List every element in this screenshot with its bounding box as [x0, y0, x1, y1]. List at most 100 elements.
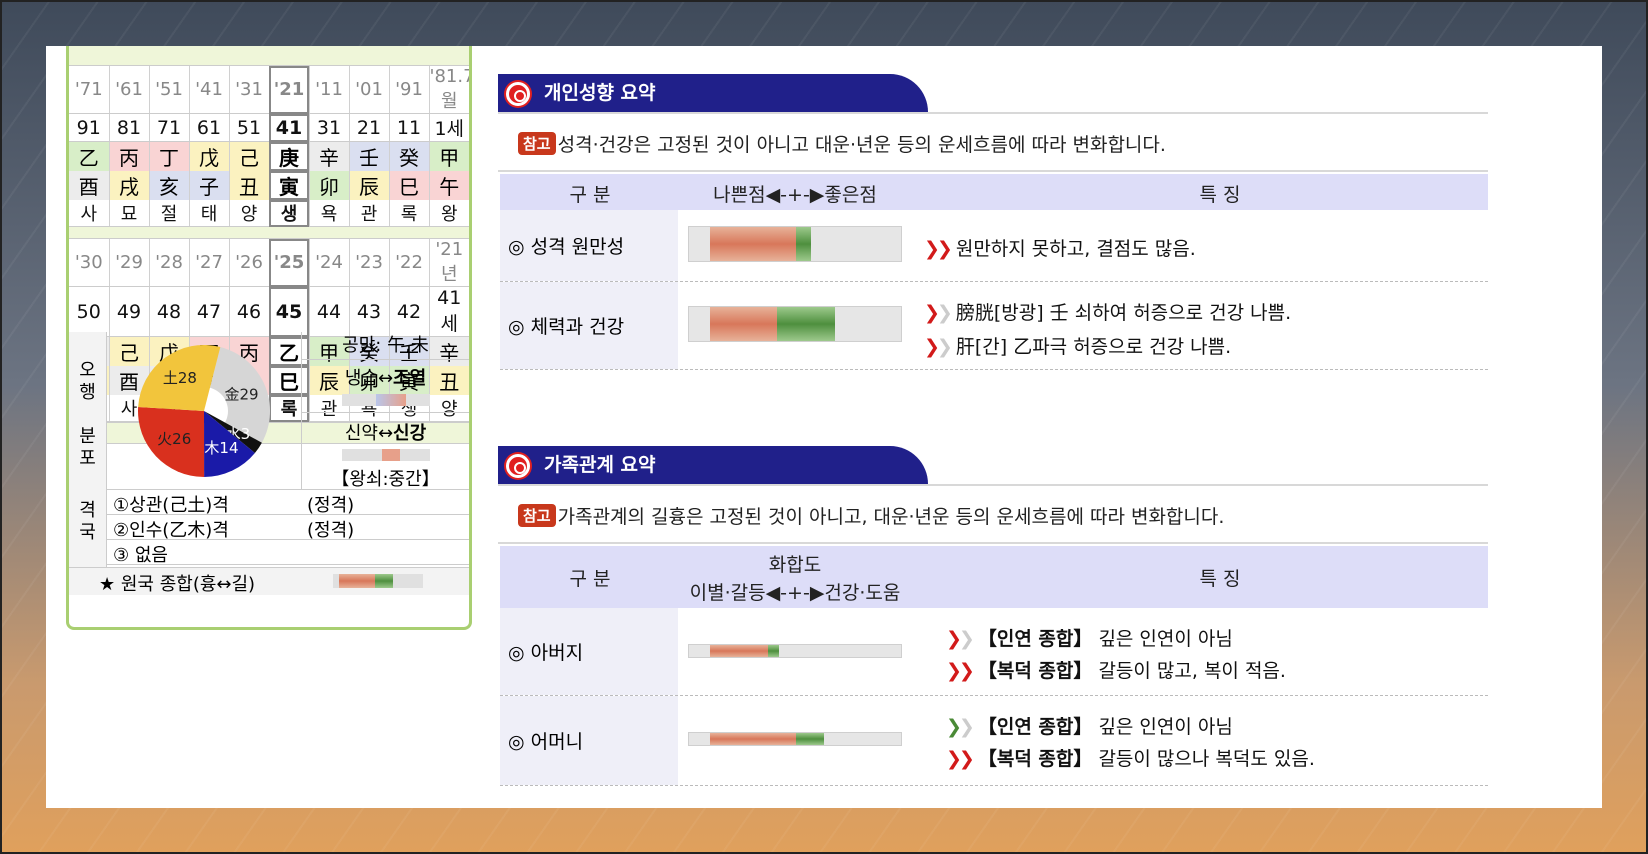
- daeun-age-cell: 43: [349, 286, 390, 337]
- sinyak-label: 신약↔신강: [302, 412, 469, 445]
- daeun-stage-cell: 왕: [429, 200, 469, 227]
- bar-negative: [710, 733, 796, 745]
- daeun-year-cell: '23: [349, 239, 390, 287]
- daeun-age-cell: 1세: [429, 113, 469, 142]
- daeun-age-cell: 61: [189, 113, 230, 142]
- family-section-title: 가족관계 요약: [498, 446, 928, 484]
- col-scale: 나쁜점◀-+-▶좋은점: [713, 184, 877, 206]
- feature-text: ❯❯ 【인연 종합】 깊은 인연이 아님: [946, 628, 1233, 650]
- daeun-branche-cell: 酉: [69, 171, 110, 200]
- daeun-stage-cell: 사: [69, 200, 110, 227]
- daeun-age-cell: 51: [229, 113, 270, 142]
- daeun-stage-cell: 양: [229, 200, 270, 227]
- naengseup-label: 냉습↔조열: [344, 368, 427, 389]
- daeun-stage-cell: 록: [389, 200, 430, 227]
- daeun-year-cell: '30: [69, 239, 110, 287]
- daeun-age-cell: 41: [269, 113, 310, 142]
- daeun-stage-cell: 생: [269, 200, 310, 227]
- wonguk-total-bar: [333, 574, 423, 588]
- gyeokguk-row: ①상관(己土)격 (정격): [107, 490, 469, 516]
- feature-text: ❯❯ 【복덕 종합】 갈등이 많으나 복덕도 있음.: [946, 748, 1315, 770]
- col-category: 구 분: [569, 568, 611, 590]
- feature-text: ❯❯ 【복덕 종합】 갈등이 많고, 복이 적음.: [946, 660, 1286, 682]
- divider: [498, 542, 1488, 544]
- personal-table-header: 구 분 나쁜점◀-+-▶좋은점 특 징: [500, 174, 1488, 210]
- panel-top-strip: [69, 46, 469, 66]
- col-scale-top: 화합도: [768, 554, 822, 576]
- col-feature: 특 징: [1199, 568, 1241, 590]
- daeun-age-cell: 42: [389, 286, 430, 337]
- daeun-stage-cell: 욕: [309, 200, 350, 227]
- bar-positive: [776, 307, 835, 341]
- daeun-branche-cell: 亥: [149, 171, 190, 200]
- wangsoe-text: 【왕쇠:중간】: [331, 469, 440, 490]
- ohaeng-section: 오행분포 金29 水3 木14 火26 土28 공망: 午,未 냉습↔조열 신약↔신강 …: [69, 332, 469, 490]
- family-table-header: 구 분 화합도 이별·갈등◀-+-▶건강·도움 특 징: [500, 546, 1488, 608]
- gyeokguk-side-label: 격국: [69, 490, 107, 567]
- daeun-stage-cell: 묘: [109, 200, 150, 227]
- bar-negative: [710, 307, 777, 341]
- daeun-year-cell: '26: [229, 239, 270, 287]
- daeun-year-cell: '81.7월: [429, 66, 472, 114]
- daeun-branche-cell: 午: [429, 171, 469, 200]
- sinyak-bar: [341, 449, 430, 461]
- col-scale-bottom: 이별·갈등◀-+-▶건강·도움: [689, 582, 901, 604]
- feature-text: ❯❯ 원만하지 못하고, 결점도 많음.: [924, 238, 1196, 260]
- bar-positive: [796, 227, 811, 261]
- gyeokguk-section: 격국 ①상관(己土)격 (정격) ②인수(乙木)격 (정격) ③ 없음 ★ 원국 종…: [69, 490, 469, 595]
- naengseup-bar: [341, 394, 430, 406]
- daeun-stage-cell: 태: [189, 200, 230, 227]
- daeun-year-cell: '71: [69, 66, 110, 114]
- pie-label: 金29: [224, 386, 258, 404]
- gyeokguk-row: ②인수(乙木)격 (정격): [107, 515, 469, 541]
- daeun-year-cell: '25: [269, 239, 310, 287]
- daeun-stem-cell: 甲: [429, 141, 469, 171]
- daeun-year-cell: '21년: [429, 239, 469, 287]
- daeun-stem-cell: 庚: [269, 141, 310, 171]
- feature-text: ❯❯ 膀胱[방광] 壬 쇠하여 허증으로 건강 나쁨.: [924, 302, 1292, 324]
- daeun-stem-cell: 壬: [349, 141, 390, 171]
- table-gap: [69, 227, 469, 239]
- feature-text: ❯❯ 肝[간] 乙파극 허증으로 건강 나쁨.: [924, 336, 1232, 358]
- daeun-stem-cell: 丁: [149, 141, 190, 171]
- daeun-age-cell: 50: [69, 286, 110, 337]
- personal-row: ◎ 체력과 건강 ❯❯ 膀胱[방광] 壬 쇠하여 허증으로 건강 나쁨. ❯❯ 肝[…: [500, 282, 1488, 370]
- score-bar: [688, 644, 902, 658]
- ohaeng-side-label: 오행분포: [69, 332, 107, 490]
- daeun-age-cell: 71: [149, 113, 190, 142]
- bar-positive: [796, 733, 824, 745]
- personal-section-title: 개인성향 요약: [498, 74, 928, 112]
- daeun-stem-cell: 丙: [109, 141, 150, 171]
- daeun-stem-cell: 戊: [189, 141, 230, 171]
- daeun-age-cell: 21: [349, 113, 390, 142]
- daeun-year-cell: '28: [149, 239, 190, 287]
- daeun-stem-cell: 己: [229, 141, 270, 171]
- bar-negative: [710, 645, 769, 657]
- score-bar: [688, 732, 902, 746]
- daeun-year-cell: '41: [189, 66, 230, 114]
- pie-label: 木14: [204, 439, 238, 457]
- daeun-age-cell: 49: [109, 286, 150, 337]
- daeun-age-cell: 31: [309, 113, 350, 142]
- target-icon: [506, 82, 530, 106]
- divider: [498, 170, 1488, 172]
- bar-negative: [710, 227, 796, 261]
- score-bar: [688, 226, 902, 262]
- daeun-branche-cell: 子: [189, 171, 230, 200]
- wonguk-total: ★ 원국 종합(흉↔길): [69, 567, 469, 595]
- ohaeng-pie-chart: 金29水3木14火26土28: [138, 345, 270, 477]
- daeun-year-cell: '29: [109, 239, 150, 287]
- daeun-branche-cell: 辰: [349, 171, 390, 200]
- daeun-age-cell: 41세: [429, 286, 469, 337]
- reference-badge: 참고: [518, 132, 556, 155]
- personal-row: ◎ 성격 원만성 ❯❯ 원만하지 못하고, 결점도 많음.: [500, 210, 1488, 282]
- pie-label: 土28: [163, 369, 197, 387]
- bar-positive: [768, 645, 779, 657]
- daeun-age-cell: 11: [389, 113, 430, 142]
- family-row: ◎ 어머니 ❯❯ 【인연 종합】 깊은 인연이 아님 ❯❯ 【복덕 종합】 갈등이 …: [500, 696, 1488, 786]
- daeun-stem-cell: 癸: [389, 141, 430, 171]
- pie-label: 火26: [157, 430, 191, 448]
- divider: [498, 484, 1488, 486]
- daeun-age-cell: 81: [109, 113, 150, 142]
- daeun-age-cell: 47: [189, 286, 230, 337]
